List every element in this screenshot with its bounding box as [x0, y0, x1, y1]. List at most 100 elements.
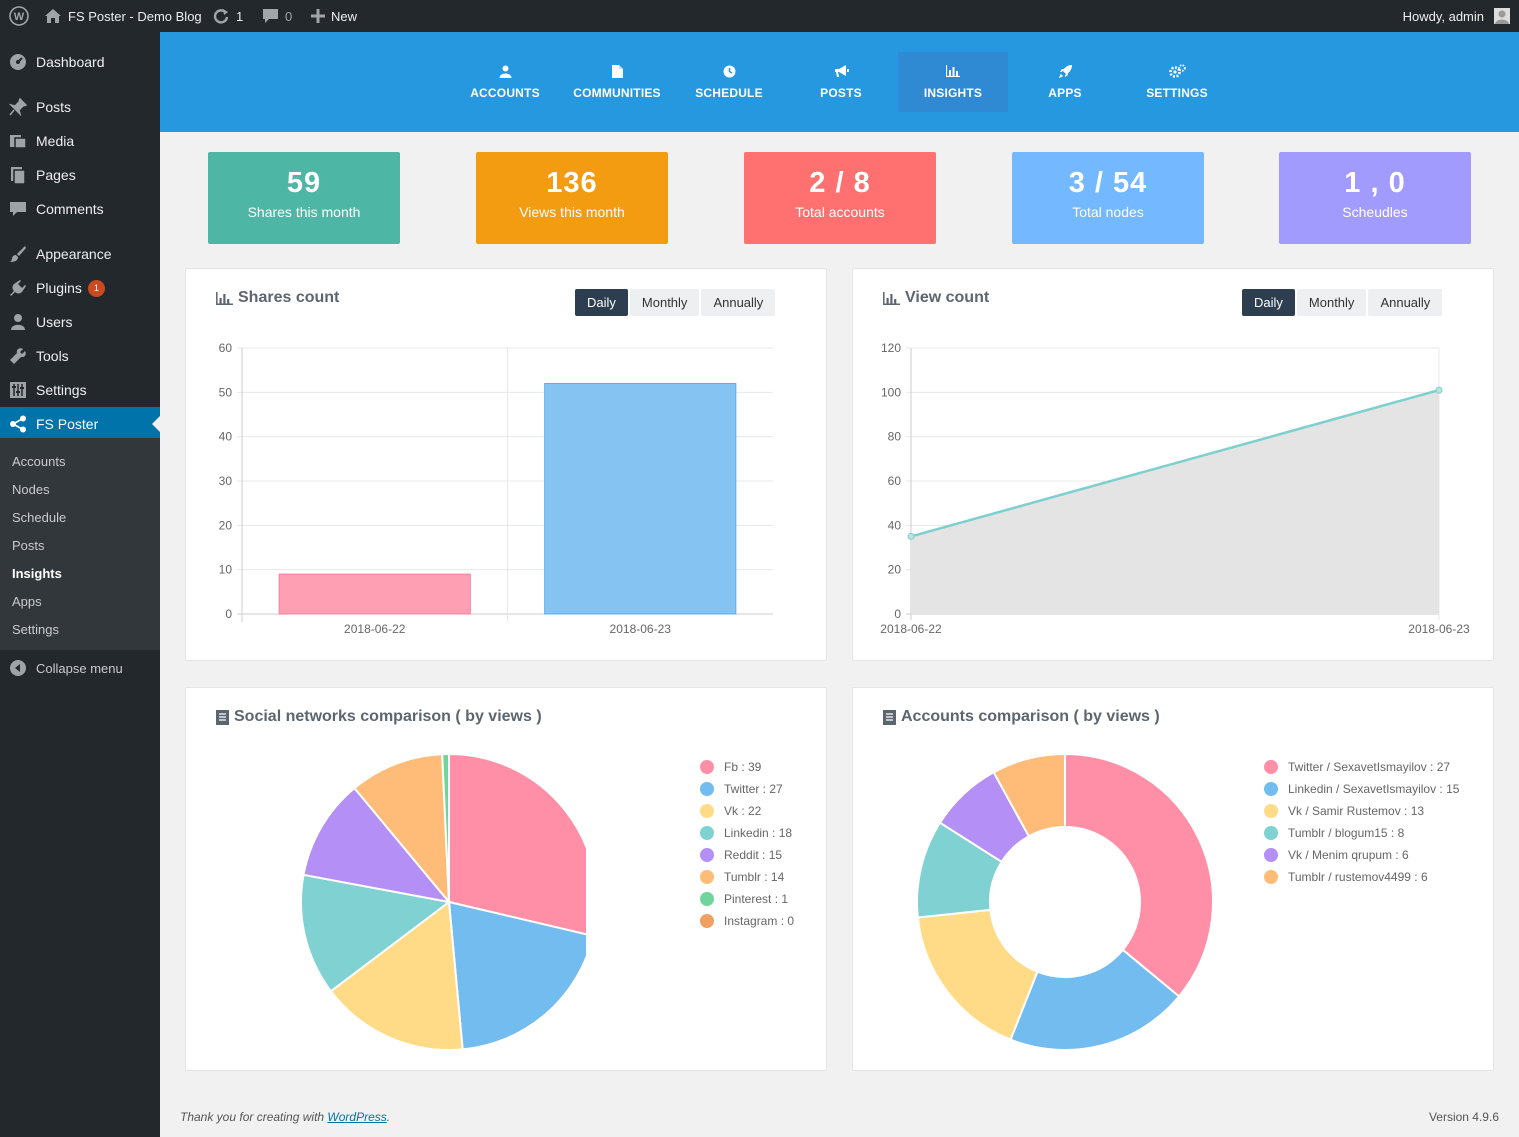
plugin-icon [0, 279, 36, 297]
shares-bar-chart: 0 10 20 30 40 50 60 2018-06-22 2018-06-23 [219, 341, 773, 636]
social-networks-panel: Social networks comparison ( by views ) … [185, 687, 827, 1071]
legend-swatch [700, 826, 714, 840]
submenu-item-accounts[interactable]: Accounts [12, 454, 65, 469]
sidebar-item-label: FS Poster [36, 416, 99, 432]
sidebar-item-tools[interactable]: Tools [0, 339, 160, 373]
y-tick-label: 40 [219, 430, 233, 444]
legend-item[interactable]: Tumblr / rustemov4499 : 6 [1264, 866, 1459, 888]
sidebar-item-plugins[interactable]: Plugins 1 [0, 271, 160, 305]
new-content-link[interactable]: New [311, 0, 357, 32]
y-tick-label: 80 [888, 430, 902, 444]
tab-label: APPS [1048, 86, 1082, 100]
greeting: Howdy, admin [1402, 8, 1484, 24]
tab-schedule[interactable]: SCHEDULE [674, 52, 784, 112]
wordpress-logo[interactable]: W [9, 0, 29, 32]
submenu-item-insights[interactable]: Insights [12, 566, 62, 581]
tab-insights[interactable]: INSIGHTS [898, 52, 1008, 112]
collapse-menu-button[interactable]: Collapse menu [0, 651, 160, 685]
tab-communities[interactable]: COMMUNITIES [562, 52, 672, 112]
submenu-item-nodes[interactable]: Nodes [12, 482, 50, 497]
legend-item[interactable]: Fb : 39 [700, 756, 794, 778]
legend-label: Instagram : 0 [724, 914, 795, 928]
stat-label: Views this month [519, 204, 625, 220]
stat-value: 136 [546, 167, 598, 199]
site-name-link[interactable]: FS Poster - Demo Blog [44, 0, 202, 32]
legend-item[interactable]: Vk / Menim qrupum : 6 [1264, 844, 1459, 866]
legend-item[interactable]: Linkedin / SexavetIsmayilov : 15 [1264, 778, 1459, 800]
legend-item[interactable]: Pinterest : 1 [700, 888, 794, 910]
legend-item[interactable]: Twitter : 27 [700, 778, 794, 800]
pie-slice [1064, 752, 1214, 998]
comments-count: 0 [285, 8, 293, 24]
legend-label: Linkedin : 18 [724, 826, 793, 840]
legend-item[interactable]: Reddit : 15 [700, 844, 794, 866]
legend-item[interactable]: Vk / Samir Rustemov : 13 [1264, 800, 1459, 822]
area-fill [911, 390, 1439, 614]
user-icon [0, 313, 36, 331]
my-account-link[interactable]: Howdy, admin [1403, 0, 1510, 32]
legend-item[interactable]: Linkedin : 18 [700, 822, 794, 844]
media-icon [0, 132, 36, 150]
legend-label: Vk / Menim qrupum : 6 [1288, 848, 1409, 862]
tab-posts[interactable]: POSTS [786, 52, 896, 112]
x-tick-label: 2018-06-22 [880, 622, 942, 636]
tab-apps[interactable]: APPS [1010, 52, 1120, 112]
submenu-item-settings[interactable]: Settings [12, 622, 59, 637]
user-icon [499, 64, 512, 78]
view-count-panel: View count Daily Monthly Annually 0 20 40 6… [852, 268, 1494, 661]
wordpress-link[interactable]: WordPress [327, 1110, 386, 1124]
sidebar-item-label: Appearance [36, 246, 112, 262]
plus-icon [311, 9, 325, 23]
sidebar-item-settings[interactable]: Settings [0, 373, 160, 407]
stat-card-accounts: 2 / 8 Total accounts [744, 152, 936, 244]
legend-item[interactable]: Instagram : 0 [700, 910, 794, 932]
sidebar-item-dashboard[interactable]: Dashboard [0, 45, 160, 79]
shares-count-panel: Shares count Daily Monthly Annually 0 10 2… [185, 268, 827, 661]
legend-swatch [1264, 826, 1278, 840]
file-icon [611, 64, 623, 78]
plugins-update-badge: 1 [87, 279, 105, 297]
y-tick-label: 60 [219, 341, 233, 355]
submenu-item-apps[interactable]: Apps [12, 594, 42, 609]
accounts-legend: Twitter / SexavetIsmayilov : 27 Linkedin … [1264, 756, 1459, 888]
tab-settings[interactable]: SETTINGS [1122, 52, 1232, 112]
sidebar-item-posts[interactable]: Posts [0, 90, 160, 124]
stat-label: Total accounts [795, 204, 885, 220]
legend-label: Linkedin / SexavetIsmayilov : 15 [1288, 782, 1460, 796]
tab-label: COMMUNITIES [573, 86, 661, 100]
bar-chart-icon [946, 64, 960, 78]
legend-label: Twitter / SexavetIsmayilov : 27 [1288, 760, 1451, 774]
tab-accounts[interactable]: ACCOUNTS [450, 52, 560, 112]
y-tick-label: 120 [881, 341, 901, 355]
wrench-icon [0, 347, 36, 365]
sidebar-item-media[interactable]: Media [0, 124, 160, 158]
legend-item[interactable]: Twitter / SexavetIsmayilov : 27 [1264, 756, 1459, 778]
sidebar-item-users[interactable]: Users [0, 305, 160, 339]
stat-value: 1 , 0 [1344, 167, 1406, 199]
stat-label: Total nodes [1072, 204, 1144, 220]
sidebar-item-label: Tools [36, 348, 69, 364]
pin-icon [0, 98, 36, 116]
legend-item[interactable]: Tumblr / blogum15 : 8 [1264, 822, 1459, 844]
comments-link[interactable]: 0 [262, 0, 292, 32]
sidebar-item-fs-poster[interactable]: FS Poster [0, 407, 160, 441]
sidebar-item-appearance[interactable]: Appearance [0, 237, 160, 271]
sidebar-item-label: Pages [36, 167, 76, 183]
sidebar-item-comments[interactable]: Comments [0, 192, 160, 226]
legend-item[interactable]: Tumblr : 14 [700, 866, 794, 888]
legend-label: Tumblr : 14 [724, 870, 785, 884]
stat-value: 2 / 8 [809, 167, 871, 199]
accounts-panel: Accounts comparison ( by views ) Twitter… [852, 687, 1494, 1071]
footer-version: Version 4.9.6 [1428, 1110, 1499, 1124]
stat-value: 3 / 54 [1068, 167, 1148, 199]
legend-item[interactable]: Vk : 22 [700, 800, 794, 822]
updates-link[interactable]: 1 [212, 0, 243, 32]
comment-icon [0, 200, 36, 218]
submenu-item-posts[interactable]: Posts [12, 538, 45, 553]
avatar [1494, 8, 1510, 24]
gears-icon [1168, 64, 1186, 78]
sidebar-item-pages[interactable]: Pages [0, 158, 160, 192]
collapse-label: Collapse menu [36, 660, 123, 676]
submenu-item-schedule[interactable]: Schedule [12, 510, 66, 525]
sidebar-item-label: Plugins [36, 280, 82, 296]
